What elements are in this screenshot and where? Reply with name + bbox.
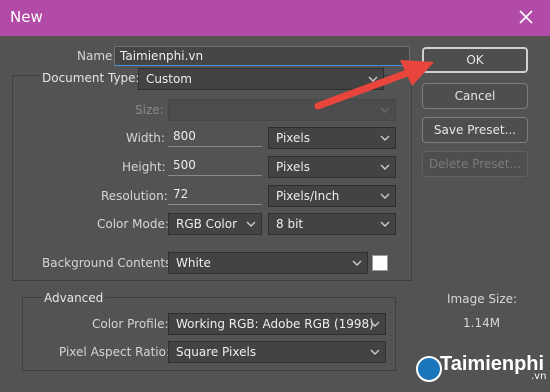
resolution-input[interactable]: 72 <box>168 185 262 205</box>
title-bar[interactable]: New <box>0 0 550 36</box>
resolution-unit-select[interactable]: Pixels/Inch <box>268 185 396 207</box>
dialog-title: New <box>10 8 43 26</box>
color-mode-value: RGB Color <box>176 217 238 231</box>
logo-suffix-text: .vn <box>531 371 547 382</box>
background-contents-label: Background Contents: <box>42 256 176 270</box>
chevron-down-icon <box>380 164 390 170</box>
document-type-label: Document Type: <box>40 71 142 85</box>
advanced-title: Advanced <box>42 291 106 305</box>
image-size-value: 1.14M <box>463 316 501 330</box>
image-size-label: Image Size: <box>447 292 518 306</box>
close-icon <box>519 10 533 24</box>
width-unit-value: Pixels <box>276 131 311 145</box>
bit-depth-select[interactable]: 8 bit <box>268 213 396 235</box>
chevron-down-icon <box>380 193 390 199</box>
chevron-down-icon <box>246 221 256 227</box>
width-input[interactable]: 800 <box>168 127 262 147</box>
pixel-aspect-ratio-select[interactable]: Square Pixels <box>168 341 386 363</box>
chevron-down-icon <box>370 349 380 355</box>
close-button[interactable] <box>514 6 540 30</box>
logo-brand-text: Taimienphi <box>440 353 545 375</box>
size-label: Size: <box>135 103 164 117</box>
chevron-down-icon <box>380 135 390 141</box>
background-color-swatch[interactable] <box>372 255 388 271</box>
color-profile-value: Working RGB: Adobe RGB (1998) <box>176 317 374 331</box>
height-unit-value: Pixels <box>276 160 311 174</box>
height-input[interactable]: 500 <box>168 156 262 176</box>
delete-preset-button: Delete Preset... <box>422 151 528 177</box>
chevron-down-icon <box>370 321 380 327</box>
chevron-down-icon <box>352 260 362 266</box>
background-contents-value: White <box>176 256 211 270</box>
pixel-aspect-ratio-value: Square Pixels <box>176 345 257 359</box>
resolution-label: Resolution: <box>101 189 168 203</box>
name-label: Name: <box>77 49 117 63</box>
color-mode-select[interactable]: RGB Color <box>168 213 262 235</box>
resolution-unit-value: Pixels/Inch <box>276 189 340 203</box>
background-contents-select[interactable]: White <box>168 252 368 274</box>
width-unit-select[interactable]: Pixels <box>268 127 396 149</box>
color-profile-label: Color Profile: <box>92 317 169 331</box>
height-unit-select[interactable]: Pixels <box>268 156 396 178</box>
pointer-arrow-annotation <box>314 60 434 110</box>
save-preset-button[interactable]: Save Preset... <box>422 117 528 143</box>
document-type-value: Custom <box>146 72 192 86</box>
color-profile-select[interactable]: Working RGB: Adobe RGB (1998) <box>168 313 386 335</box>
chevron-down-icon <box>380 221 390 227</box>
new-document-dialog: New Name: Taimienphi.vn Document Type: C… <box>0 0 550 392</box>
color-mode-label: Color Mode: <box>97 217 169 231</box>
logo-mark-icon <box>416 356 442 382</box>
pixel-aspect-ratio-label: Pixel Aspect Ratio: <box>59 345 170 359</box>
bit-depth-value: 8 bit <box>276 217 304 231</box>
taimienphi-watermark-logo: Taimienphi .vn <box>416 350 550 390</box>
height-label: Height: <box>122 160 166 174</box>
width-label: Width: <box>126 131 165 145</box>
